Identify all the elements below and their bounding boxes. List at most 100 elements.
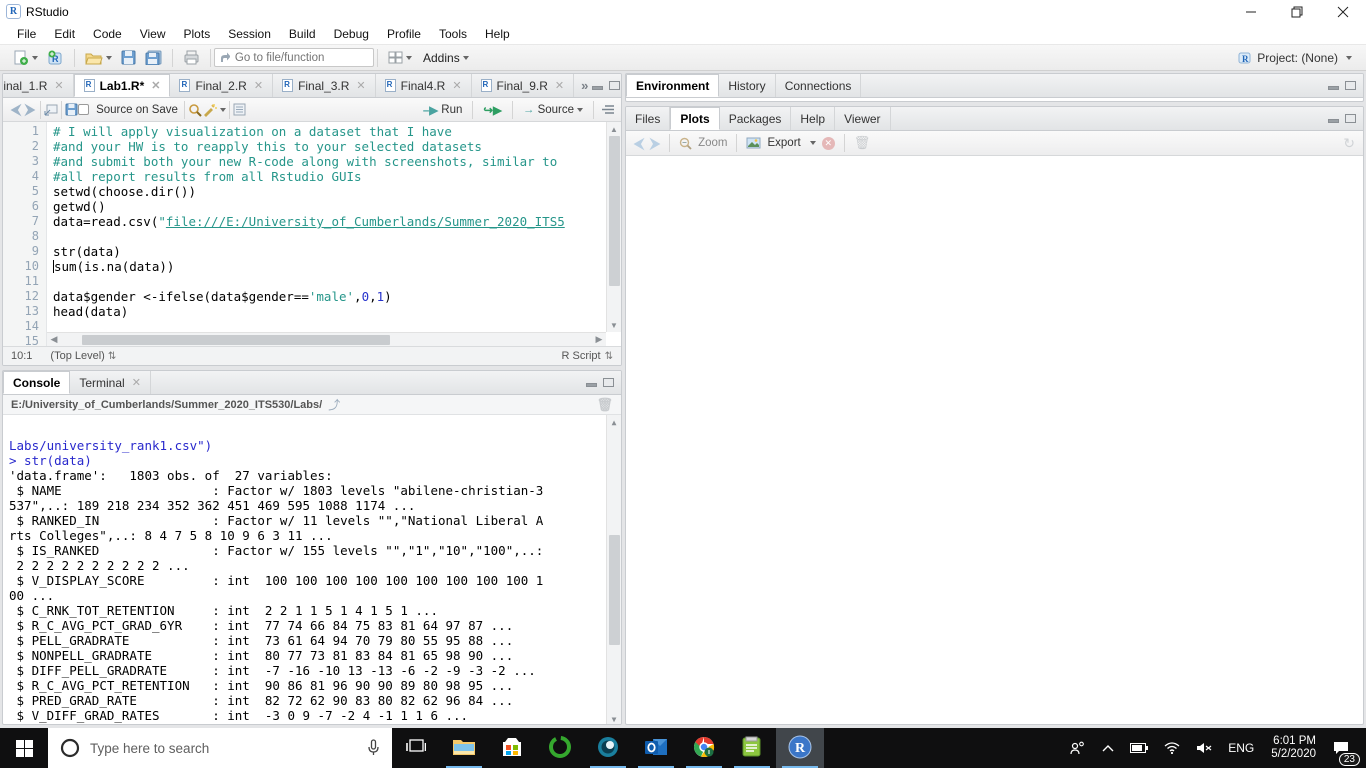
wifi-icon[interactable] [1157, 728, 1187, 768]
code-line-2[interactable]: #and your HW is to reapply this to your … [53, 139, 621, 154]
save-all-button[interactable] [142, 48, 165, 67]
goto-dir-icon[interactable]: ⤴ [328, 396, 340, 413]
close-icon[interactable]: ✕ [452, 79, 461, 92]
tab-terminal[interactable]: Terminal ✕ [70, 371, 151, 394]
menu-view[interactable]: View [131, 24, 175, 44]
show-hidden-icons-chevron[interactable] [1095, 728, 1121, 768]
pane-layout-button[interactable] [385, 49, 415, 67]
taskbar-app-microsoft-store[interactable] [488, 728, 536, 768]
minimize-pane-icon[interactable] [586, 383, 597, 387]
console-output[interactable]: Labs/university_rank1.csv") > str(data)'d… [3, 415, 621, 724]
taskbar-app-outlook[interactable] [632, 728, 680, 768]
code-line-10[interactable]: sum(is.na(data)) [53, 259, 621, 274]
battery-icon[interactable] [1123, 728, 1155, 768]
export-plot-icon[interactable] [746, 137, 761, 149]
goto-file-search[interactable] [214, 48, 374, 67]
taskbar-app-camtasia[interactable] [536, 728, 584, 768]
taskbar-app-chrome[interactable] [680, 728, 728, 768]
code-editor[interactable]: 1 2 3 4 5 6 7 8 9 10 11 12 13 14 15 # I will apply vis… [3, 122, 621, 348]
code-line-6[interactable]: getwd() [53, 199, 621, 214]
code-line-9[interactable]: str(data) [53, 244, 621, 259]
forward-icon[interactable]: ⮞ [23, 101, 37, 118]
start-button[interactable] [0, 728, 48, 768]
minimize-pane-icon[interactable] [592, 86, 604, 90]
code-line-13[interactable]: head(data) [53, 304, 621, 319]
remove-plot-icon[interactable]: ✕ [821, 136, 835, 150]
tab-files[interactable]: Files [626, 107, 671, 130]
open-file-button[interactable] [82, 49, 115, 67]
menu-edit[interactable]: Edit [45, 24, 84, 44]
zoom-plot-icon[interactable] [679, 137, 692, 150]
close-icon[interactable]: ✕ [555, 79, 564, 92]
tab-help[interactable]: Help [791, 107, 836, 130]
code-line-8[interactable] [53, 229, 621, 244]
new-file-button[interactable] [10, 48, 41, 68]
source-tab-final3r[interactable]: Final_3.R ✕ [273, 74, 376, 97]
menu-debug[interactable]: Debug [325, 24, 378, 44]
goto-file-input[interactable] [234, 51, 368, 64]
close-button[interactable] [1320, 0, 1366, 23]
back-icon[interactable]: ⮜ [9, 101, 23, 118]
console-vertical-scrollbar[interactable]: ▲ ▼ [606, 415, 621, 724]
save-button[interactable] [118, 48, 139, 67]
taskbar-app-task-view[interactable] [392, 728, 440, 768]
code-line-11[interactable] [53, 274, 621, 289]
source-button[interactable]: → Source [520, 102, 586, 118]
refresh-plots-icon[interactable]: ↻ [1343, 135, 1355, 152]
menu-help[interactable]: Help [476, 24, 519, 44]
code-line-1[interactable]: # I will apply visualization on a datase… [53, 124, 621, 139]
export-plot-label[interactable]: Export [767, 137, 800, 149]
clear-console-icon[interactable]: 🗑 [596, 397, 613, 413]
language-indicator[interactable]: ENG [1221, 728, 1261, 768]
taskbar-search[interactable]: Type here to search [48, 728, 392, 768]
code-line-7[interactable]: data=read.csv("file:///E:/University_of_… [53, 214, 621, 229]
editor-horizontal-scrollbar[interactable]: ◀ ▶ [47, 332, 606, 346]
scope-selector[interactable]: (Top Level) ⇅ [50, 350, 116, 362]
source-tab-final1r[interactable]: Final_1.R ✕ [3, 74, 74, 97]
clock[interactable]: 6:01 PM 5/2/2020 [1263, 735, 1324, 761]
source-on-save-checkbox[interactable] [78, 104, 90, 115]
source-tab-final2r[interactable]: Final_2.R ✕ [170, 74, 274, 97]
minimize-button[interactable] [1228, 0, 1274, 23]
maximize-pane-icon[interactable] [609, 81, 621, 90]
new-project-button[interactable]: R [44, 48, 67, 68]
tab-connections[interactable]: Connections [776, 74, 862, 97]
code-line-3[interactable]: #and submit both your new R-code along w… [53, 154, 621, 169]
close-icon[interactable]: ✕ [356, 79, 365, 92]
find-icon[interactable] [188, 103, 202, 117]
document-outline-icon[interactable] [601, 104, 615, 116]
print-button[interactable] [180, 48, 203, 67]
minimize-pane-icon[interactable] [1328, 86, 1339, 90]
code-line-12[interactable]: data$gender <-ifelse(data$gender=='male'… [53, 289, 621, 304]
code-line-4[interactable]: #all report results from all Rstudio GUI… [53, 169, 621, 184]
source-tab-final9r[interactable]: Final_9.R ✕ [472, 74, 575, 97]
microphone-icon[interactable] [367, 739, 380, 757]
compile-report-icon[interactable] [233, 103, 246, 116]
tab-history[interactable]: History [719, 74, 776, 97]
code-line-5[interactable]: setwd(choose.dir()) [53, 184, 621, 199]
tab-console[interactable]: Console [3, 371, 71, 394]
editor-vertical-scrollbar[interactable]: ▲ ▼ [606, 122, 621, 332]
restore-button[interactable] [1274, 0, 1320, 23]
volume-muted-icon[interactable] [1189, 728, 1219, 768]
menu-plots[interactable]: Plots [175, 24, 220, 44]
source-tab-lab1r[interactable]: Lab1.R* ✕ [73, 74, 171, 97]
close-icon[interactable]: ✕ [54, 79, 63, 92]
close-icon[interactable]: ✕ [254, 79, 263, 92]
previous-plot-icon[interactable]: ⮜ [634, 135, 644, 152]
menu-profile[interactable]: Profile [378, 24, 430, 44]
doc-type-selector[interactable]: R Script ⇅ [561, 350, 613, 362]
notification-center-icon[interactable]: 23 [1326, 728, 1362, 768]
taskbar-app-webex[interactable] [584, 728, 632, 768]
maximize-pane-icon[interactable] [1345, 81, 1356, 90]
next-plot-icon[interactable]: ⮞ [650, 135, 660, 152]
taskbar-app-file-explorer[interactable] [440, 728, 488, 768]
menu-tools[interactable]: Tools [430, 24, 476, 44]
tab-viewer[interactable]: Viewer [835, 107, 891, 130]
tab-packages[interactable]: Packages [720, 107, 792, 130]
save-doc-icon[interactable] [65, 103, 78, 116]
rerun-button[interactable]: ↪▶ [480, 101, 504, 119]
taskbar-app-notepad-plus-plus[interactable] [728, 728, 776, 768]
clear-all-plots-icon[interactable]: 🗑 [854, 135, 871, 151]
more-tabs-icon[interactable]: » [581, 78, 588, 93]
